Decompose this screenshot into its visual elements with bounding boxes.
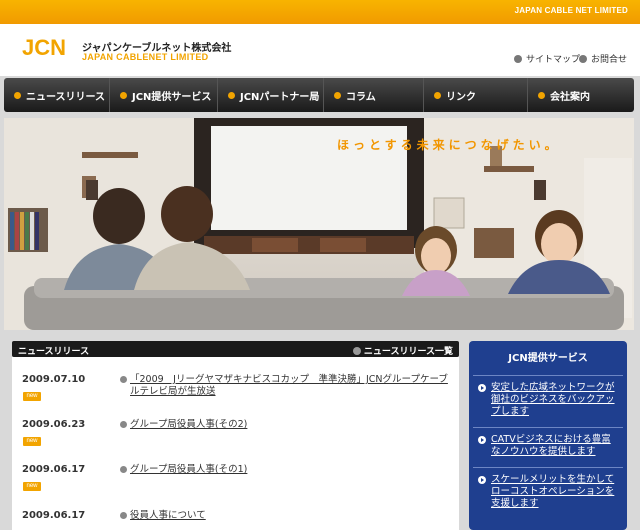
news-link[interactable]: グループ局役員人事(その1) — [120, 464, 450, 476]
service-label: CATVビジネスにおける豊富なノウハウを提供します — [491, 434, 611, 457]
bullet-icon — [514, 54, 522, 63]
new-badge: new — [23, 392, 41, 401]
news-title: 「2009 Jリーグヤマザキナビスコカップ 準準決勝」JCNグループケーブルテレ… — [130, 374, 448, 397]
news-list: 2009.07.10 new 「2009 Jリーグヤマザキナビスコカップ 準準決… — [12, 357, 459, 530]
global-nav: ニュースリリース JCN提供サービス JCNパートナー局 コラム リンク 会社案… — [4, 78, 634, 112]
nav-item-column[interactable]: コラム — [324, 78, 424, 112]
nav-item-news[interactable]: ニュースリリース — [4, 78, 110, 112]
news-link[interactable]: 役員人事について — [120, 510, 450, 522]
sitemap-link[interactable]: サイトマップ — [514, 52, 580, 65]
services-title: JCN提供サービス — [508, 353, 588, 364]
jcn-logo[interactable]: JCN — [22, 36, 72, 58]
arrow-right-icon — [478, 384, 486, 392]
services-panel: JCN提供サービス 安定した広域ネットワークが御社のビジネスをバックアップします… — [469, 341, 627, 530]
bullet-icon — [228, 91, 235, 99]
bullet-icon — [352, 346, 361, 355]
nav-label: ニュースリリース — [26, 91, 105, 103]
news-title: 役員人事について — [130, 510, 206, 521]
news-title: グループ局役員人事(その1) — [130, 464, 248, 475]
hero-tagline: ほっとする未来につなげたい。 — [337, 138, 561, 152]
nav-label: コラム — [346, 91, 376, 103]
hero-image: ほっとする未来につなげたい。 — [4, 118, 634, 330]
news-list-label: ニュースリリース一覧 — [363, 347, 453, 357]
service-label: スケールメリットを生かしてローコストオペレーションを支援します — [491, 474, 615, 509]
news-date: 2009.07.10 — [22, 374, 86, 385]
nav-label: JCN提供サービス — [132, 91, 212, 103]
news-date: 2009.06.17 — [22, 464, 86, 475]
contact-label: お問合せ — [591, 55, 628, 65]
arrow-right-icon — [478, 436, 486, 444]
bullet-icon — [334, 91, 341, 99]
bullet-icon — [579, 54, 587, 63]
bullet-icon — [120, 91, 127, 99]
nav-item-links[interactable]: リンク — [424, 78, 528, 112]
company-name-en: JAPAN CABLENET LIMITED — [82, 52, 209, 62]
news-section-header: ニュースリリース ニュースリリース一覧 — [12, 341, 459, 357]
top-tagline: JAPAN CABLE NET LIMITED — [514, 6, 628, 15]
nav-label: JCNパートナー局 — [240, 91, 320, 103]
service-link-catv[interactable]: CATVビジネスにおける豊富なノウハウを提供します — [473, 427, 623, 464]
site-header: JCN ジャパンケーブルネット株式会社 JAPAN CABLENET LIMIT… — [0, 24, 640, 76]
bullet-icon — [120, 421, 127, 428]
news-date: 2009.06.17 — [22, 510, 86, 521]
new-badge: new — [23, 437, 41, 446]
bullet-icon — [434, 91, 441, 99]
nav-label: 会社案内 — [550, 91, 590, 103]
arrow-right-icon — [478, 476, 486, 484]
service-link-lowcost[interactable]: スケールメリットを生かしてローコストオペレーションを支援します — [473, 467, 623, 516]
bullet-icon — [14, 91, 21, 99]
nav-item-services[interactable]: JCN提供サービス — [110, 78, 218, 112]
news-section-title: ニュースリリース — [18, 347, 90, 357]
service-label: 安定した広域ネットワークが御社のビジネスをバックアップします — [491, 382, 615, 417]
bullet-icon — [120, 466, 127, 473]
top-bar: JAPAN CABLE NET LIMITED — [0, 0, 640, 24]
news-link[interactable]: 「2009 Jリーグヤマザキナビスコカップ 準準決勝」JCNグループケーブルテレ… — [120, 374, 450, 398]
news-link[interactable]: グループ局役員人事(その2) — [120, 419, 450, 431]
bullet-icon — [538, 91, 545, 99]
news-title: グループ局役員人事(その2) — [130, 419, 248, 430]
svg-text:JCN: JCN — [22, 36, 66, 58]
contact-link[interactable]: お問合せ — [579, 52, 627, 65]
news-date: 2009.06.23 — [22, 419, 86, 430]
nav-item-partners[interactable]: JCNパートナー局 — [218, 78, 324, 112]
new-badge: new — [23, 482, 41, 491]
service-link-network[interactable]: 安定した広域ネットワークが御社のビジネスをバックアップします — [473, 375, 623, 424]
bullet-icon — [120, 512, 127, 519]
sitemap-label: サイトマップ — [526, 55, 581, 65]
nav-item-company[interactable]: 会社案内 — [528, 78, 634, 112]
news-list-link[interactable]: ニュースリリース一覧 — [352, 344, 453, 357]
bullet-icon — [120, 376, 127, 383]
nav-label: リンク — [446, 91, 476, 103]
